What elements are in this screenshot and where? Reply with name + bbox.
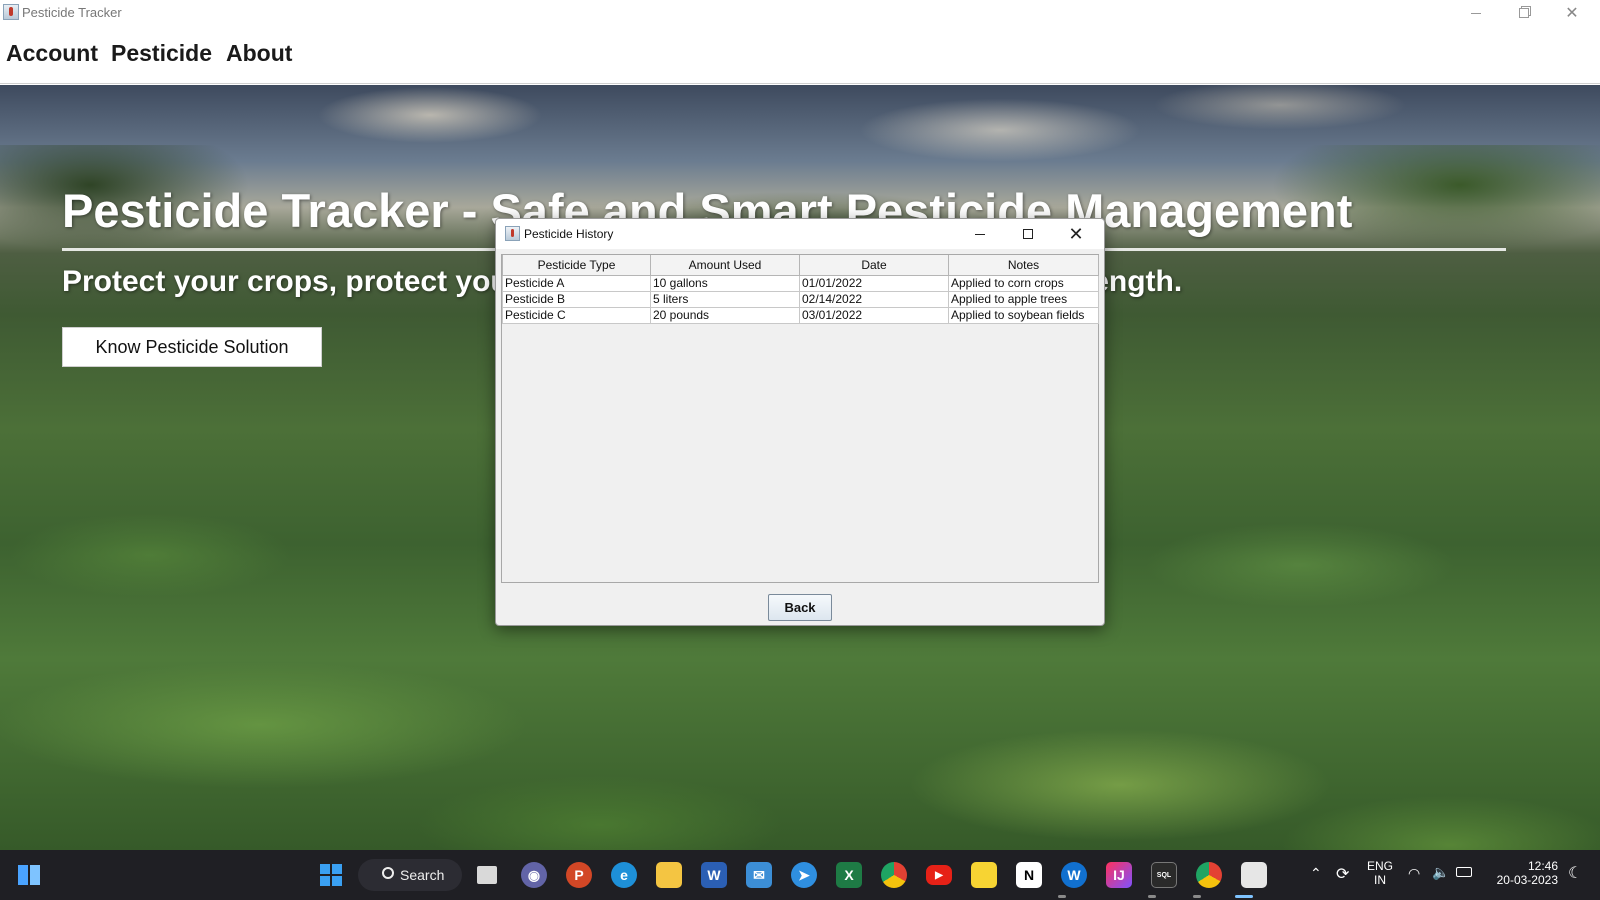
taskbar-search[interactable]: Search bbox=[358, 859, 462, 891]
powerpoint-icon[interactable]: P bbox=[566, 862, 592, 888]
table-cell[interactable]: 5 liters bbox=[650, 290, 800, 308]
table-header-row: Pesticide Type Amount Used Date Notes bbox=[502, 255, 1099, 276]
java-app-icon bbox=[505, 226, 520, 241]
minimize-button[interactable] bbox=[1452, 0, 1500, 26]
table-cell[interactable]: 20 pounds bbox=[650, 306, 800, 324]
dialog-minimize-button[interactable] bbox=[956, 219, 1004, 249]
widgets-icon[interactable] bbox=[18, 865, 40, 885]
chrome-profile-icon[interactable] bbox=[1196, 862, 1222, 888]
maximize-icon bbox=[1023, 229, 1033, 239]
table-row[interactable]: Pesticide A 10 gallons 01/01/2022 Applie… bbox=[502, 274, 1099, 292]
history-table: Pesticide Type Amount Used Date Notes Pe… bbox=[502, 255, 1099, 324]
close-icon: ✕ bbox=[1068, 224, 1084, 244]
safari-icon[interactable]: ➤ bbox=[791, 862, 817, 888]
youtube-icon[interactable]: ▶ bbox=[926, 865, 952, 885]
dialog-titlebar[interactable]: Pesticide History ✕ bbox=[496, 219, 1104, 249]
column-header-amount-used[interactable]: Amount Used bbox=[650, 255, 800, 276]
column-header-pesticide-type[interactable]: Pesticide Type bbox=[502, 255, 651, 276]
battery-icon[interactable] bbox=[1456, 867, 1472, 877]
table-cell[interactable]: 10 gallons bbox=[650, 274, 800, 292]
restore-button[interactable] bbox=[1500, 0, 1548, 26]
webex-icon[interactable]: W bbox=[1061, 862, 1087, 888]
close-button[interactable]: ✕ bbox=[1548, 0, 1596, 26]
edge-icon[interactable]: e bbox=[611, 862, 637, 888]
do-not-disturb-icon[interactable]: ☾ bbox=[1568, 863, 1582, 883]
language-label: ENG bbox=[1366, 859, 1393, 873]
table-cell[interactable]: Applied to soybean fields bbox=[948, 306, 1099, 324]
minimize-icon bbox=[1471, 12, 1481, 14]
table-cell[interactable]: Applied to apple trees bbox=[948, 290, 1099, 308]
chevron-up-icon[interactable]: ⌃ bbox=[1310, 865, 1322, 882]
sync-icon[interactable]: ⟳ bbox=[1336, 864, 1349, 884]
java-app-icon bbox=[3, 4, 19, 20]
restore-icon bbox=[1519, 8, 1529, 18]
close-icon: ✕ bbox=[1565, 5, 1579, 22]
java-app-taskbar-icon[interactable] bbox=[1241, 862, 1267, 888]
menu-about[interactable]: About bbox=[226, 40, 292, 67]
file-explorer-icon[interactable] bbox=[656, 862, 682, 888]
mysql-workbench-icon[interactable]: SQL bbox=[1151, 862, 1177, 888]
table-cell[interactable]: Pesticide A bbox=[502, 274, 651, 292]
clock[interactable]: 12:46 20-03-2023 bbox=[1488, 859, 1558, 887]
table-cell[interactable]: Pesticide C bbox=[502, 306, 651, 324]
table-row[interactable]: Pesticide C 20 pounds 03/01/2022 Applied… bbox=[502, 306, 1099, 324]
language-indicator[interactable]: ENG IN bbox=[1365, 859, 1395, 887]
excel-icon[interactable]: X bbox=[836, 862, 862, 888]
table-cell[interactable]: 02/14/2022 bbox=[799, 290, 949, 308]
menu-bar: Account Pesticide About bbox=[0, 26, 1600, 84]
pesticide-history-dialog: Pesticide History ✕ Pesticide Type Amoun… bbox=[495, 218, 1105, 626]
table-row[interactable]: Pesticide B 5 liters 02/14/2022 Applied … bbox=[502, 290, 1099, 308]
region-label: IN bbox=[1374, 873, 1386, 887]
minimize-icon bbox=[975, 233, 985, 235]
sticky-notes-icon[interactable] bbox=[971, 862, 997, 888]
column-header-date[interactable]: Date bbox=[799, 255, 949, 276]
table-cell[interactable]: 01/01/2022 bbox=[799, 274, 949, 292]
wifi-icon[interactable]: ◠ bbox=[1408, 865, 1420, 882]
back-button[interactable]: Back bbox=[768, 594, 832, 621]
search-icon bbox=[382, 867, 394, 879]
window-titlebar: Pesticide Tracker ✕ bbox=[0, 0, 1600, 26]
search-label: Search bbox=[400, 867, 445, 883]
volume-icon[interactable]: 🔈 bbox=[1432, 864, 1449, 881]
clock-time: 12:46 bbox=[1527, 859, 1558, 873]
clock-date: 20-03-2023 bbox=[1496, 873, 1558, 887]
word-icon[interactable]: W bbox=[701, 862, 727, 888]
taskbar: Search ◉ P e W ✉ ➤ X ▶ N W IJ SQL ⌃ ⟳ EN… bbox=[0, 850, 1600, 900]
task-view-icon[interactable] bbox=[477, 866, 497, 884]
history-table-scrollpane[interactable]: Pesticide Type Amount Used Date Notes Pe… bbox=[501, 254, 1099, 583]
table-cell[interactable]: Pesticide B bbox=[502, 290, 651, 308]
running-indicator bbox=[1058, 895, 1066, 898]
windows-logo-icon bbox=[320, 864, 342, 886]
widgets-icon-right bbox=[30, 865, 40, 885]
menu-pesticide[interactable]: Pesticide bbox=[111, 40, 212, 67]
table-cell[interactable]: Applied to corn crops bbox=[948, 274, 1099, 292]
column-header-notes[interactable]: Notes bbox=[948, 255, 1099, 276]
active-indicator bbox=[1235, 895, 1253, 898]
intellij-icon[interactable]: IJ bbox=[1106, 862, 1132, 888]
chrome-icon[interactable] bbox=[881, 862, 907, 888]
running-indicator bbox=[1148, 895, 1156, 898]
teams-icon[interactable]: ◉ bbox=[521, 862, 547, 888]
windows-start-icon[interactable] bbox=[318, 862, 344, 888]
notion-icon[interactable]: N bbox=[1016, 862, 1042, 888]
dialog-maximize-button[interactable] bbox=[1004, 219, 1052, 249]
table-cell[interactable]: 03/01/2022 bbox=[799, 306, 949, 324]
know-pesticide-solution-button[interactable]: Know Pesticide Solution bbox=[62, 327, 322, 367]
widgets-icon-left bbox=[18, 865, 28, 885]
dialog-title: Pesticide History bbox=[524, 227, 614, 241]
dialog-close-button[interactable]: ✕ bbox=[1052, 219, 1100, 249]
menu-account[interactable]: Account bbox=[6, 40, 98, 67]
running-indicator bbox=[1193, 895, 1201, 898]
mail-icon[interactable]: ✉ bbox=[746, 862, 772, 888]
window-title: Pesticide Tracker bbox=[22, 5, 122, 20]
